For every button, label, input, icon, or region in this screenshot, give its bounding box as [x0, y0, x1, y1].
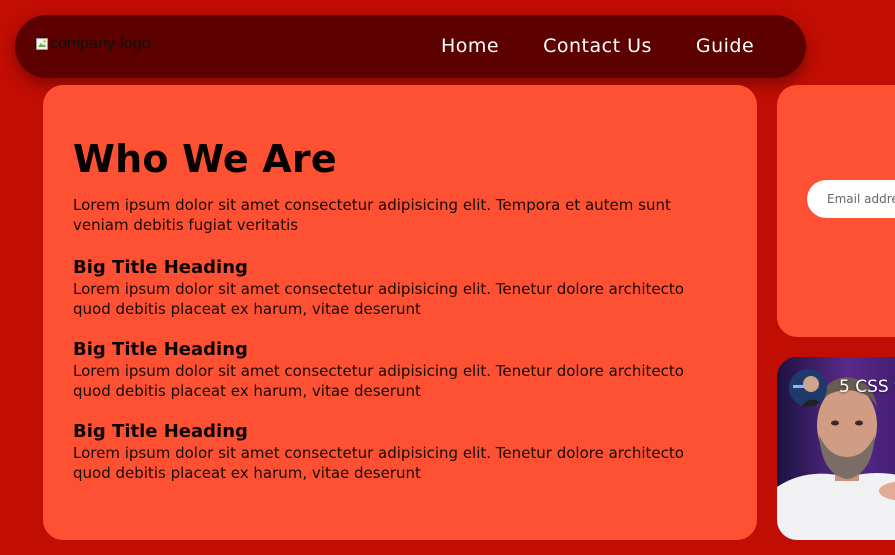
video-card[interactable]: VDS: [777, 357, 895, 540]
email-input[interactable]: [807, 180, 895, 218]
nav-link-home[interactable]: Home: [441, 35, 499, 57]
nav-link-guide[interactable]: Guide: [696, 35, 754, 57]
intro-text: Lorem ipsum dolor sit amet consectetur a…: [73, 196, 671, 234]
channel-avatar[interactable]: [789, 369, 827, 407]
nav-links: Home Contact Us Guide: [441, 35, 754, 57]
broken-image-icon: [35, 37, 49, 51]
feature-body: Lorem ipsum dolor sit amet consectetur a…: [73, 280, 684, 318]
feature-body: Lorem ipsum dolor sit amet consectetur a…: [73, 444, 684, 482]
feature-title: Big Title Heading: [73, 257, 248, 278]
feature-item: Big Title Heading Lorem ipsum dolor sit …: [73, 421, 727, 483]
company-logo[interactable]: company-logo: [35, 35, 151, 53]
page-title: Who We Are: [73, 137, 337, 181]
page: company-logo Home Contact Us Guide Who W…: [0, 0, 895, 555]
feature-body: Lorem ipsum dolor sit amet consectetur a…: [73, 362, 684, 400]
navbar: company-logo Home Contact Us Guide: [15, 15, 806, 78]
video-title: 5 CSS tips: [839, 377, 895, 397]
feature-title: Big Title Heading: [73, 421, 248, 442]
nav-link-contact-us[interactable]: Contact Us: [543, 35, 652, 57]
feature-title: Big Title Heading: [73, 339, 248, 360]
who-we-are-card: Who We Are Lorem ipsum dolor sit amet co…: [43, 85, 757, 540]
newsletter-card: [777, 85, 895, 337]
feature-item: Big Title Heading Lorem ipsum dolor sit …: [73, 257, 727, 319]
feature-item: Big Title Heading Lorem ipsum dolor sit …: [73, 339, 727, 401]
logo-alt-text: company-logo: [50, 35, 151, 52]
